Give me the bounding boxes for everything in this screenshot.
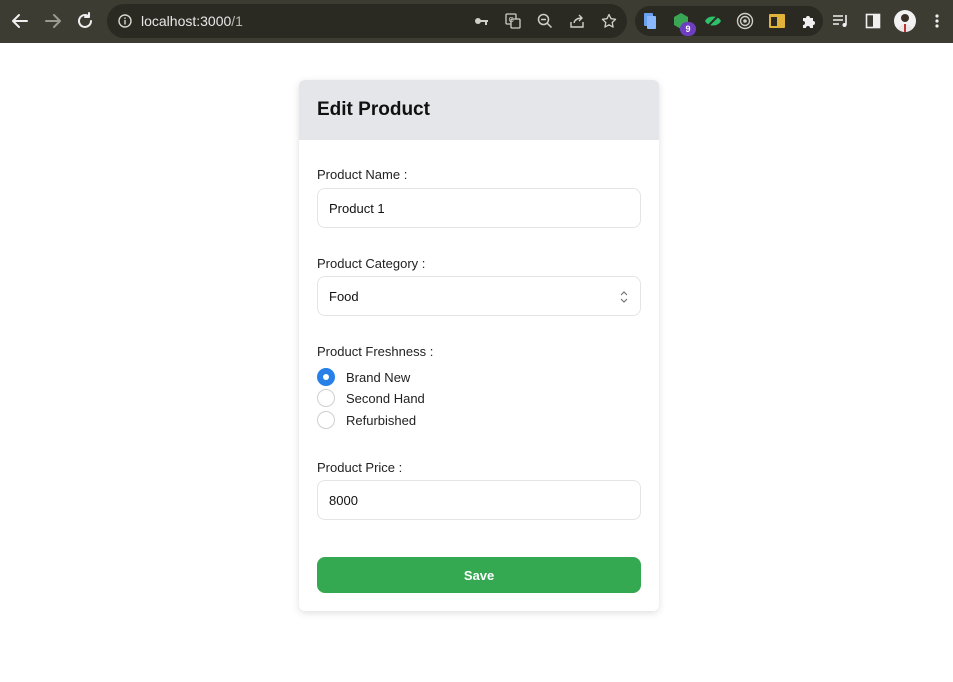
radio-label: Refurbished (346, 412, 417, 428)
radio-refurbished[interactable] (317, 411, 335, 429)
eye-extension-icon[interactable] (703, 11, 723, 31)
freshness-option-second-hand[interactable]: Second Hand (317, 389, 425, 407)
reload-icon[interactable] (74, 10, 96, 32)
extension-badge: 9 (680, 22, 696, 36)
product-price-label: Product Price : (317, 460, 403, 475)
category-selected-value: Food (329, 288, 359, 304)
edit-product-card: Edit Product Product Name : Product Cate… (299, 80, 659, 611)
panel-extension-icon[interactable] (767, 11, 787, 31)
browser-toolbar: localhost:3000/1 G 9 (0, 0, 953, 43)
chevron-updown-icon (620, 291, 628, 303)
target-extension-icon[interactable] (735, 11, 755, 31)
freshness-option-refurbished[interactable]: Refurbished (317, 411, 416, 429)
forward-icon[interactable] (42, 10, 64, 32)
media-icon[interactable] (831, 11, 851, 31)
document-extension-icon[interactable] (640, 11, 660, 31)
radio-label: Brand New (346, 369, 411, 385)
translate-icon[interactable]: G (504, 12, 522, 30)
url-host: localhost:3000 (141, 13, 232, 29)
page-title: Edit Product (317, 99, 430, 120)
product-category-label: Product Category : (317, 256, 426, 271)
share-icon[interactable] (568, 12, 586, 30)
zoom-out-icon[interactable] (536, 12, 554, 30)
url-path: /1 (231, 13, 243, 29)
side-panel-icon[interactable] (863, 11, 883, 31)
product-price-field[interactable] (317, 480, 641, 520)
key-icon[interactable] (472, 12, 490, 30)
back-icon[interactable] (9, 10, 31, 32)
svg-text:G: G (509, 16, 514, 24)
bookmark-star-icon[interactable] (600, 12, 618, 30)
save-button[interactable]: Save (317, 557, 641, 593)
url-text[interactable]: localhost:3000/1 (141, 13, 243, 29)
freshness-option-brand-new[interactable]: Brand New (317, 368, 410, 386)
radio-label: Second Hand (346, 390, 425, 406)
product-price-input[interactable] (329, 492, 640, 508)
radio-brand-new[interactable] (317, 368, 335, 386)
address-bar[interactable]: localhost:3000/1 G (107, 4, 627, 38)
product-name-input[interactable] (329, 200, 640, 216)
radio-second-hand[interactable] (317, 389, 335, 407)
site-info-icon[interactable] (116, 12, 134, 30)
avatar[interactable] (894, 10, 916, 32)
menu-icon[interactable] (927, 11, 947, 31)
extensions-area (635, 6, 823, 36)
card-header: Edit Product (299, 80, 659, 140)
product-name-field[interactable] (317, 188, 641, 228)
product-category-select[interactable]: Food (317, 276, 641, 316)
product-freshness-label: Product Freshness : (317, 344, 434, 359)
puzzle-icon[interactable] (799, 11, 819, 31)
product-name-label: Product Name : (317, 167, 408, 182)
